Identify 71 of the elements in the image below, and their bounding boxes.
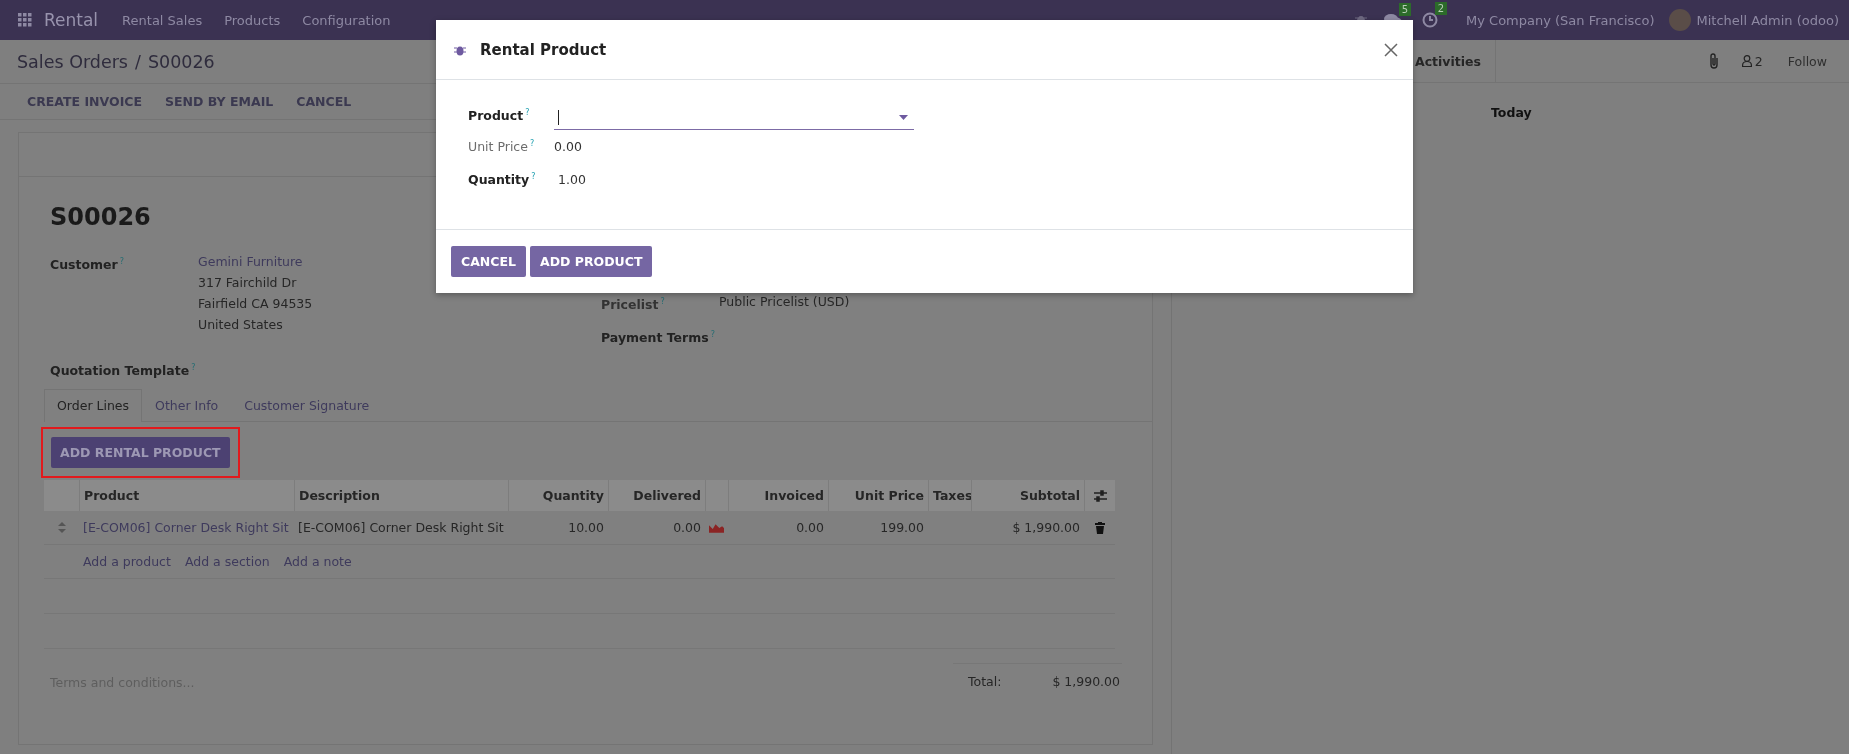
close-button[interactable]	[1384, 42, 1398, 57]
chart-icon[interactable]	[709, 522, 724, 533]
field-label: Quotation Template$^{?}$	[50, 362, 197, 381]
column-header[interactable]: Unit Price	[854, 488, 924, 504]
table-cell: 10.00	[568, 520, 604, 536]
tab[interactable]: Other Info	[142, 389, 232, 422]
action-button[interactable]: SEND BY EMAIL	[165, 94, 274, 109]
action-button[interactable]: CANCEL	[296, 94, 352, 109]
field-label: Payment Terms$^{?}$	[601, 329, 715, 348]
field-label: Pricelist$^{?}$	[601, 296, 665, 315]
address-line: Fairfield CA 94535	[198, 295, 313, 313]
person-icon	[1741, 55, 1752, 67]
date-separator: Today	[1491, 105, 1533, 120]
user-menu[interactable]: Mitchell Admin (odoo)	[1696, 12, 1839, 28]
field-value: 0.00	[554, 138, 583, 156]
menu-item[interactable]: Rental Sales	[122, 12, 203, 28]
tab[interactable]: Customer Signature	[231, 389, 383, 422]
customer-link[interactable]: Gemini Furniture	[198, 251, 303, 272]
field-label: Quantity$^{?}$	[468, 171, 537, 188]
activity-count-badge: 2	[1434, 2, 1448, 15]
app-name[interactable]: Rental	[44, 10, 99, 30]
menu-item[interactable]: Configuration	[302, 12, 391, 28]
paperclip-icon[interactable]	[1707, 53, 1720, 69]
column-header[interactable]: Taxes	[933, 488, 973, 504]
dialog-button[interactable]: CANCEL	[451, 246, 526, 277]
add-line-link[interactable]: Add a section	[184, 554, 270, 570]
clock-icon[interactable]	[1422, 12, 1439, 28]
company-switcher[interactable]: My Company (San Francisco)	[1466, 12, 1655, 28]
drag-handle-icon[interactable]	[57, 522, 66, 534]
column-header[interactable]: Description	[299, 488, 380, 504]
table-cell: 0.00	[796, 520, 824, 536]
field-label: Unit Price$^{?}$	[468, 138, 536, 155]
field-label: Product$^{?}$	[468, 108, 531, 124]
breadcrumb-current: S00026	[147, 51, 215, 72]
column-header[interactable]: Subtotal	[1019, 488, 1080, 504]
add-line-link[interactable]: Add a product	[83, 554, 171, 570]
column-header[interactable]: Quantity	[542, 488, 604, 504]
action-button[interactable]: CREATE INVOICE	[27, 94, 142, 109]
apps-menu-icon[interactable]	[18, 13, 32, 27]
field-value: Public Pricelist (USD)	[719, 294, 850, 309]
total-label: Total:	[968, 674, 1002, 691]
address-line: United States	[198, 316, 283, 334]
tab[interactable]: Order Lines	[44, 389, 143, 423]
add-line-link[interactable]: Add a note	[283, 554, 352, 570]
dialog-title: Rental Product	[480, 40, 608, 59]
breadcrumb-link[interactable]: Sales Orders	[17, 51, 128, 72]
product-link[interactable]: [E-COM06] Corner Desk Right Sit	[83, 520, 289, 536]
address-line: 317 Fairchild Dr	[198, 274, 297, 292]
input-field[interactable]: 1.00	[554, 163, 914, 196]
table-cell: 199.00	[880, 520, 924, 536]
activities-button[interactable]: Activities	[1415, 53, 1481, 69]
breadcrumb-separator: /	[135, 51, 141, 72]
add-rental-product-button[interactable]: ADD RENTAL PRODUCT	[51, 437, 230, 469]
column-header[interactable]: Delivered	[633, 488, 701, 504]
table-cell: [E-COM06] Corner Desk Right Sit	[298, 520, 504, 536]
trash-icon[interactable]	[1094, 521, 1105, 534]
field-label: Customer$^{?}$	[50, 256, 125, 275]
message-count-badge: 5	[1398, 2, 1412, 16]
order-number: S00026	[50, 203, 152, 231]
table-cell: 0.00	[673, 520, 701, 536]
settings-icon[interactable]	[1093, 489, 1107, 502]
caret-icon[interactable]	[899, 115, 908, 120]
followers-button[interactable]: 2	[1741, 53, 1763, 69]
dialog-button[interactable]: ADD PRODUCT	[530, 246, 653, 277]
column-header[interactable]: Invoiced	[764, 488, 824, 504]
follow-button[interactable]: Follow	[1787, 53, 1827, 69]
table-cell: $ 1,990.00	[1012, 520, 1080, 536]
follower-count: 2	[1754, 53, 1763, 69]
menu-item[interactable]: Products	[224, 12, 281, 28]
column-header[interactable]: Product	[84, 488, 140, 504]
total-value: $ 1,990.00	[1052, 674, 1120, 691]
